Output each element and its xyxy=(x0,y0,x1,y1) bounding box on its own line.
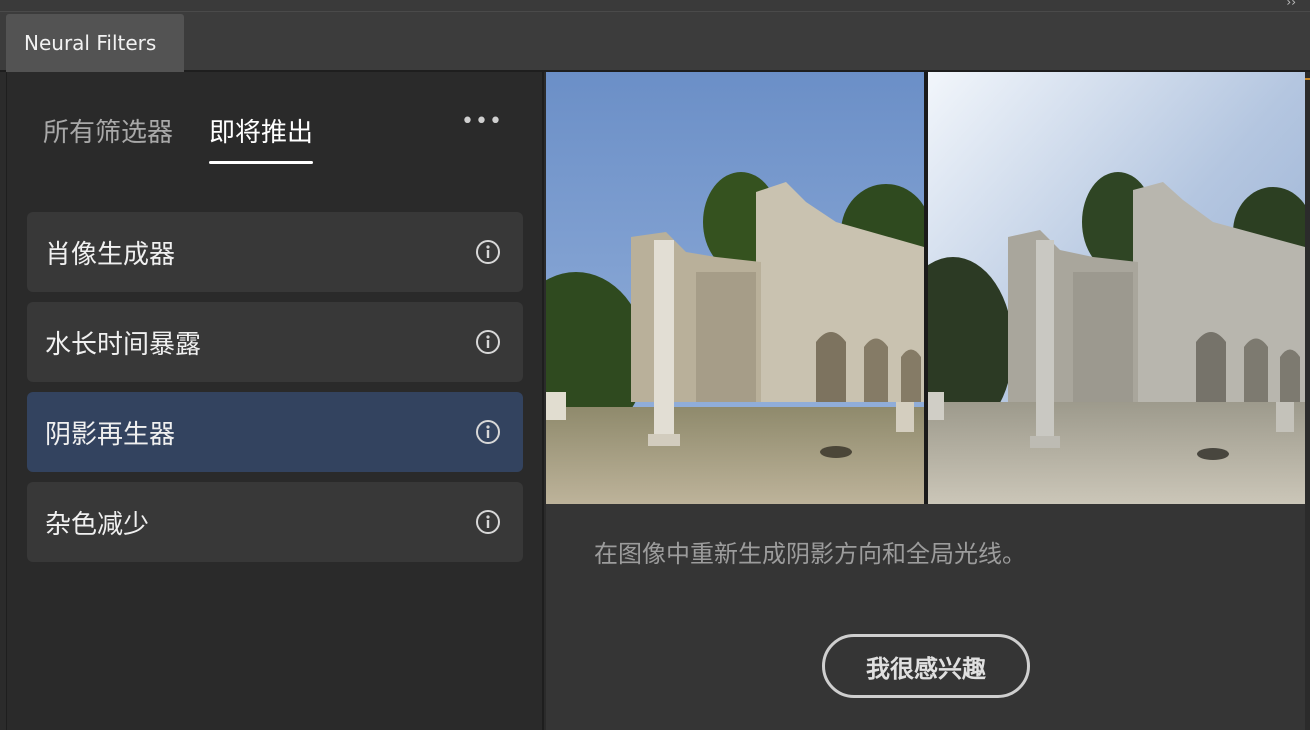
info-icon[interactable] xyxy=(475,239,501,265)
filter-description: 在图像中重新生成阴影方向和全局光线。 xyxy=(594,540,1026,568)
before-after-preview xyxy=(546,72,1305,504)
more-options-icon[interactable]: ••• xyxy=(461,111,503,133)
tab-all-filters[interactable]: 所有筛选器 xyxy=(43,112,173,162)
filter-item-label: 肖像生成器 xyxy=(45,239,176,270)
collapse-panel-icon[interactable]: ›› xyxy=(1286,0,1296,8)
top-strip: ›› xyxy=(0,0,1310,12)
filter-tabs: 所有筛选器 即将推出 xyxy=(43,112,314,166)
tab-coming-soon[interactable]: 即将推出 xyxy=(209,112,314,164)
filter-item-noise-reduction[interactable]: 杂色减少 xyxy=(27,482,523,562)
filters-sidebar: 所有筛选器 即将推出 ••• 肖像生成器 水长时间暴露 阴影再生器 杂色减少 xyxy=(7,72,544,730)
info-icon[interactable] xyxy=(475,509,501,535)
filter-detail: 在图像中重新生成阴影方向和全局光线。 我很感兴趣 xyxy=(546,72,1305,730)
filter-item-long-exposure[interactable]: 水长时间暴露 xyxy=(27,302,523,382)
info-icon[interactable] xyxy=(475,419,501,445)
info-icon[interactable] xyxy=(475,329,501,355)
preview-after-image xyxy=(928,72,1305,504)
panel-tab-bar: Neural Filters xyxy=(0,12,1310,72)
filter-item-label: 水长时间暴露 xyxy=(45,329,202,360)
filter-item-portrait-generator[interactable]: 肖像生成器 xyxy=(27,212,523,292)
interested-button[interactable]: 我很感兴趣 xyxy=(822,634,1030,698)
filter-item-label: 杂色减少 xyxy=(45,509,150,540)
preview-before-image xyxy=(546,72,924,504)
filter-item-label: 阴影再生器 xyxy=(45,419,176,450)
tab-neural-filters[interactable]: Neural Filters xyxy=(6,14,184,72)
neural-filters-panel: 所有筛选器 即将推出 ••• 肖像生成器 水长时间暴露 阴影再生器 杂色减少 在… xyxy=(6,72,1305,730)
filter-item-shadow-regenerator[interactable]: 阴影再生器 xyxy=(27,392,523,472)
filter-list: 肖像生成器 水长时间暴露 阴影再生器 杂色减少 xyxy=(27,212,523,572)
